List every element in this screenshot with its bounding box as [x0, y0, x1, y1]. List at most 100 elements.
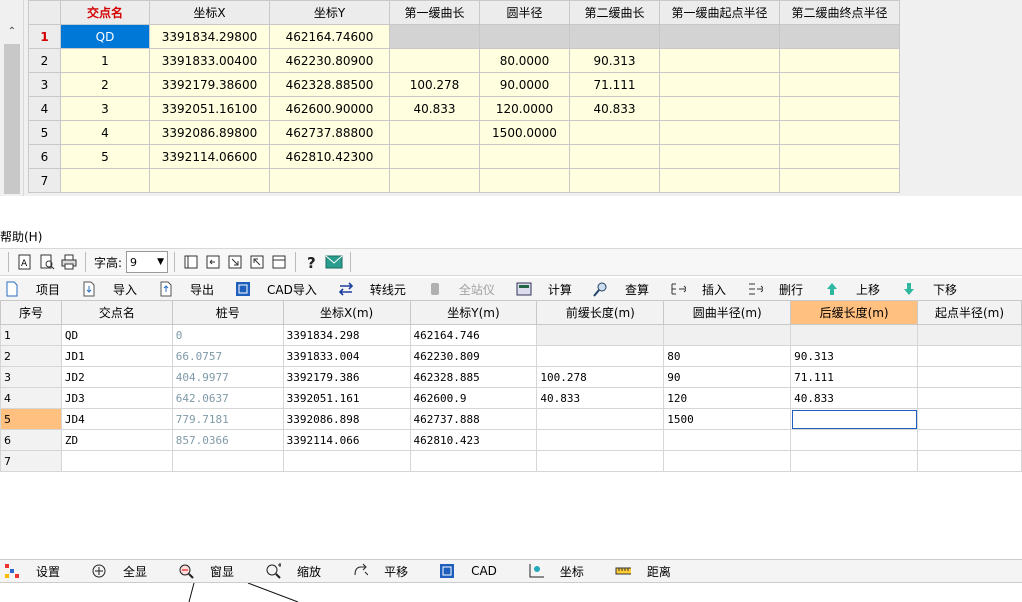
- table-cell[interactable]: [569, 144, 660, 169]
- table-cell[interactable]: [779, 96, 900, 121]
- table-cell[interactable]: 462328.88500: [269, 72, 390, 97]
- table-cell[interactable]: [790, 429, 919, 451]
- table-cell[interactable]: 80.0000: [479, 48, 570, 73]
- table-cell[interactable]: 462600.90000: [269, 96, 390, 121]
- column-header-x[interactable]: 坐标X: [149, 0, 270, 25]
- table-cell[interactable]: [60, 450, 173, 472]
- column-header-station[interactable]: 桩号: [171, 300, 284, 325]
- table-cell[interactable]: [569, 24, 660, 49]
- table-cell[interactable]: ZD: [60, 429, 173, 451]
- table-cell[interactable]: 462810.42300: [269, 144, 390, 169]
- table-cell[interactable]: [917, 345, 1022, 367]
- table-cell[interactable]: [536, 450, 665, 472]
- pdf-export-icon[interactable]: A: [15, 252, 35, 272]
- column-header-back-spiral[interactable]: 后缓长度(m): [790, 300, 919, 325]
- table-cell[interactable]: 642.0637: [171, 387, 284, 409]
- toolbar-button-7[interactable]: 查算: [589, 278, 649, 300]
- table-cell[interactable]: 71.111: [790, 366, 919, 388]
- column-header-start-radius[interactable]: 第一缓曲起点半径: [659, 0, 780, 25]
- table-cell[interactable]: [779, 120, 900, 145]
- table-cell[interactable]: JD3: [60, 387, 173, 409]
- view-button-1[interactable]: 全显: [87, 560, 147, 582]
- table-cell[interactable]: [779, 168, 900, 193]
- table-cell[interactable]: [536, 429, 665, 451]
- align-down-icon[interactable]: [225, 252, 245, 272]
- table-cell[interactable]: 3391833.004: [282, 345, 411, 367]
- table-cell[interactable]: 80: [663, 345, 792, 367]
- toolbar-button-11[interactable]: 下移: [897, 278, 957, 300]
- table-cell[interactable]: [479, 144, 570, 169]
- table-cell[interactable]: [779, 24, 900, 49]
- table-cell[interactable]: [536, 408, 665, 430]
- view-button-6[interactable]: 坐标: [524, 560, 584, 582]
- table-cell[interactable]: JD2: [60, 366, 173, 388]
- table-cell[interactable]: [917, 429, 1022, 451]
- table-cell[interactable]: 120.0000: [479, 96, 570, 121]
- row-number[interactable]: 3: [28, 72, 61, 97]
- table-cell[interactable]: [779, 144, 900, 169]
- view-button-7[interactable]: 距离: [611, 560, 671, 582]
- table-cell[interactable]: [536, 345, 665, 367]
- toolbar-button-6[interactable]: 计算: [512, 278, 572, 300]
- table-cell[interactable]: 3392051.161: [282, 387, 411, 409]
- table-cell[interactable]: 71.111: [569, 72, 660, 97]
- mail-icon[interactable]: [324, 252, 344, 272]
- row-number[interactable]: 6: [28, 144, 61, 169]
- table-cell[interactable]: 1500: [663, 408, 792, 430]
- table-cell[interactable]: 40.833: [569, 96, 660, 121]
- table-cell[interactable]: 3391833.00400: [149, 48, 270, 73]
- table-cell[interactable]: 462164.74600: [269, 24, 390, 49]
- table-cell[interactable]: [389, 48, 480, 73]
- toolbar-button-10[interactable]: 上移: [820, 278, 880, 300]
- toolbar-button-0[interactable]: 项目: [0, 278, 60, 300]
- table-cell[interactable]: [171, 450, 284, 472]
- table-cell[interactable]: 90.313: [790, 345, 919, 367]
- top-vertical-scrollbar[interactable]: ⌃: [0, 0, 24, 196]
- align-up-icon[interactable]: [247, 252, 267, 272]
- table-cell[interactable]: 1: [60, 48, 150, 73]
- row-number[interactable]: 5: [0, 408, 62, 430]
- table-cell[interactable]: 40.833: [536, 387, 665, 409]
- row-number[interactable]: 2: [28, 48, 61, 73]
- table-cell[interactable]: 40.833: [389, 96, 480, 121]
- row-number[interactable]: 6: [0, 429, 62, 451]
- table-cell[interactable]: [409, 450, 538, 472]
- view-button-4[interactable]: 平移: [348, 560, 408, 582]
- column-header-front-spiral[interactable]: 前缓长度(m): [536, 300, 665, 325]
- table-cell[interactable]: 90.0000: [479, 72, 570, 97]
- view-button-5[interactable]: CAD: [435, 560, 497, 582]
- table-cell[interactable]: 3392051.16100: [149, 96, 270, 121]
- table-cell[interactable]: 857.0366: [171, 429, 284, 451]
- column-header-curve-radius[interactable]: 圆曲半径(m): [663, 300, 792, 325]
- table-cell[interactable]: [536, 324, 665, 346]
- table-cell[interactable]: [569, 168, 660, 193]
- column-header-x[interactable]: 坐标X(m): [282, 300, 411, 325]
- table-cell[interactable]: 4: [60, 120, 150, 145]
- table-cell[interactable]: 3392179.38600: [149, 72, 270, 97]
- toolbar-button-1[interactable]: 导入: [77, 278, 137, 300]
- table-cell[interactable]: 462164.746: [409, 324, 538, 346]
- table-cell[interactable]: [659, 168, 780, 193]
- table-cell[interactable]: [659, 24, 780, 49]
- column-header-index[interactable]: 序号: [0, 300, 62, 325]
- align-left-icon[interactable]: [181, 252, 201, 272]
- table-cell[interactable]: [663, 450, 792, 472]
- table-cell[interactable]: 779.7181: [171, 408, 284, 430]
- table-cell[interactable]: [917, 324, 1022, 346]
- column-header-jd-name[interactable]: 交点名: [60, 300, 173, 325]
- table-cell[interactable]: [659, 72, 780, 97]
- table-cell[interactable]: JD4: [60, 408, 173, 430]
- toolbar-button-4[interactable]: 转线元: [334, 278, 406, 300]
- table-cell[interactable]: [569, 120, 660, 145]
- table-cell[interactable]: 100.278: [389, 72, 480, 97]
- table-cell[interactable]: [917, 387, 1022, 409]
- table-cell[interactable]: [389, 144, 480, 169]
- column-header-spiral2[interactable]: 第二缓曲长: [569, 0, 660, 25]
- toolbar-button-2[interactable]: 导出: [154, 278, 214, 300]
- row-number[interactable]: 4: [0, 387, 62, 409]
- align-center-icon[interactable]: [203, 252, 223, 272]
- table-cell[interactable]: 462328.885: [409, 366, 538, 388]
- table-cell[interactable]: [917, 408, 1022, 430]
- table-cell[interactable]: [790, 408, 919, 430]
- table-cell[interactable]: [790, 324, 919, 346]
